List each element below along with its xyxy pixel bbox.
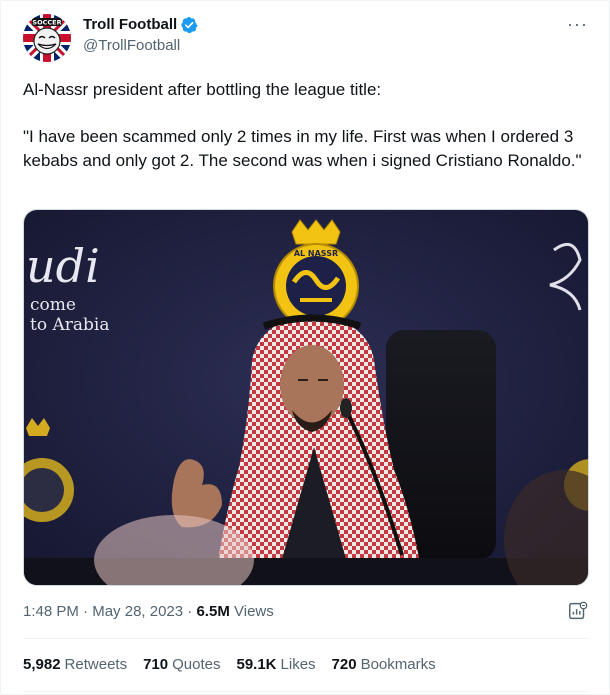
author-display-name[interactable]: Troll Football [83, 15, 177, 35]
tweet-photo[interactable]: udi come to Arabia AL NASSR [23, 209, 589, 586]
tweet-time[interactable]: 1:48 PM [23, 603, 79, 620]
more-options-icon[interactable]: ··· [567, 15, 588, 33]
backdrop-text: to Arabia [30, 315, 109, 335]
author-handle[interactable]: @TrollFootball [83, 36, 180, 56]
meta-separator: · [78, 603, 93, 620]
divider [23, 691, 589, 692]
retweets-stat[interactable]: 5,982 Retweets [23, 655, 127, 675]
backdrop-text: udi [26, 239, 100, 293]
meta-separator: · [183, 603, 197, 620]
union-jack-avatar-icon: SOCCER [23, 14, 71, 62]
tweet-text-line: "I have been scammed only 2 times in my … [23, 127, 582, 170]
views-count: 6.5M [196, 603, 230, 620]
analytics-icon[interactable] [567, 600, 589, 622]
verified-badge-icon [181, 16, 198, 34]
tweet-text: Al-Nassr president after bottling the le… [23, 78, 593, 173]
tweet-card: SOCCER Troll Football @TrollFootball ···… [0, 0, 610, 695]
tweet-meta: 1:48 PM · May 28, 2023 · 6.5M Views [23, 602, 274, 622]
backdrop-text: come [30, 295, 76, 315]
likes-stat[interactable]: 59.1K Likes [236, 655, 315, 675]
divider [23, 638, 589, 639]
engagement-stats: 5,982 Retweets 710 Quotes 59.1K Likes 720 Bookm… [23, 655, 452, 675]
views-label: Views [234, 603, 274, 620]
bookmarks-stat[interactable]: 720 Bookmarks [332, 655, 436, 675]
quotes-stat[interactable]: 710 Quotes [143, 655, 220, 675]
avatar-badge-text: SOCCER [32, 19, 61, 27]
avatar[interactable]: SOCCER [23, 14, 71, 62]
press-conference-photo: udi come to Arabia AL NASSR [24, 210, 588, 585]
tweet-text-line: Al-Nassr president after bottling the le… [23, 80, 382, 99]
tweet-date[interactable]: May 28, 2023 [92, 603, 183, 620]
crest-text: AL NASSR [294, 249, 338, 258]
